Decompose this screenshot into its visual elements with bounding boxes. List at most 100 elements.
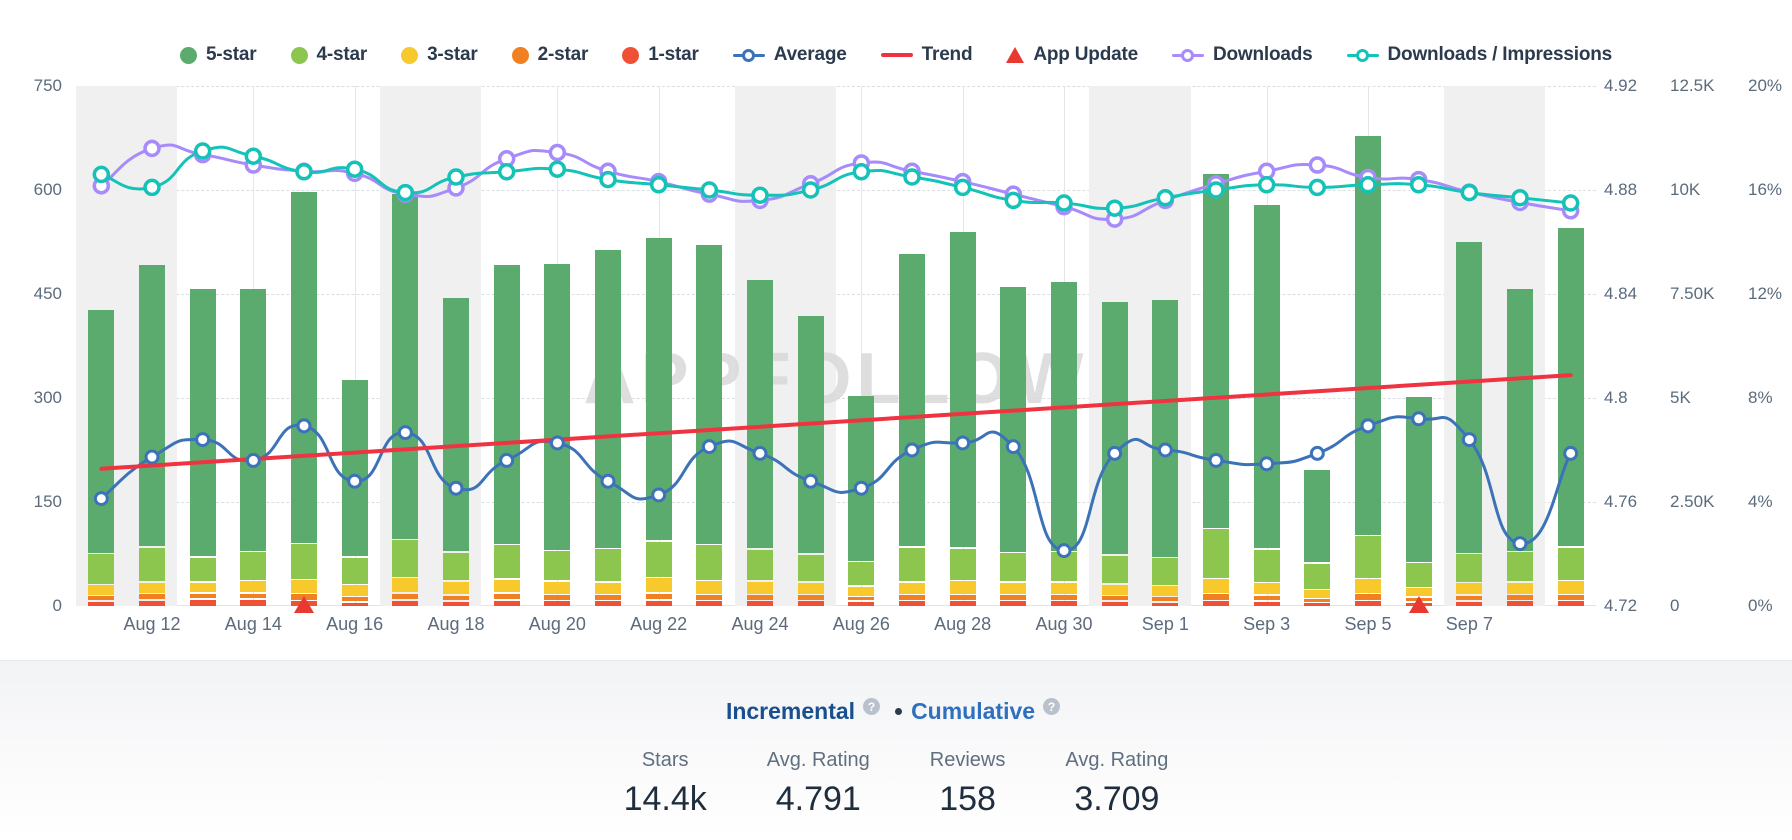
- data-point-Downloads / Impressions[interactable]: [447, 168, 465, 186]
- data-point-Downloads / Impressions[interactable]: [1105, 199, 1124, 217]
- stat-reviews: Reviews 158: [900, 749, 1036, 819]
- data-point-Average[interactable]: [144, 449, 160, 465]
- app-update-marker-icon[interactable]: [294, 596, 314, 613]
- data-point-Average[interactable]: [93, 491, 109, 507]
- data-point-Average[interactable]: [549, 435, 565, 451]
- data-point-Average[interactable]: [448, 480, 464, 496]
- data-point-Downloads[interactable]: [1308, 156, 1327, 174]
- data-point-Average[interactable]: [752, 445, 768, 461]
- data-point-Downloads / Impressions[interactable]: [1004, 191, 1023, 210]
- x-axis-label: Sep 5: [1344, 614, 1392, 634]
- legend-swatch-dot-icon: [179, 46, 197, 64]
- data-point-Average[interactable]: [195, 432, 211, 448]
- data-point-Average[interactable]: [1512, 536, 1528, 552]
- data-point-Downloads / Impressions[interactable]: [92, 165, 111, 184]
- stat-value: 14.4k: [623, 780, 707, 818]
- legend-item-downloads[interactable]: Downloads: [1155, 44, 1330, 66]
- summary-footer: Incremental? Cumulative? Stars 14.4k Avg. …: [0, 660, 1792, 840]
- data-point-Average[interactable]: [600, 473, 616, 489]
- data-point-Downloads / Impressions[interactable]: [751, 186, 769, 204]
- data-point-Average[interactable]: [1259, 456, 1275, 472]
- data-point-Downloads / Impressions[interactable]: [345, 160, 364, 178]
- legend-item-1-star[interactable]: 1-star: [605, 44, 716, 66]
- legend-item-3-star[interactable]: 3-star: [384, 44, 495, 66]
- plot-area: APPFOLLOW: [76, 86, 1596, 606]
- data-point-Downloads / Impressions[interactable]: [801, 181, 820, 199]
- legend-item-5-star[interactable]: 5-star: [163, 44, 274, 66]
- data-point-Downloads / Impressions[interactable]: [143, 178, 161, 197]
- data-point-Downloads / Impressions[interactable]: [649, 176, 668, 194]
- data-point-Downloads / Impressions[interactable]: [1308, 178, 1327, 197]
- data-point-Average[interactable]: [1157, 442, 1173, 458]
- data-point-Average[interactable]: [1309, 445, 1325, 461]
- data-point-Average[interactable]: [347, 473, 363, 489]
- data-point-Downloads[interactable]: [548, 143, 567, 162]
- legend-item-app-update[interactable]: App Update: [989, 44, 1155, 66]
- data-point-Downloads / Impressions[interactable]: [852, 163, 871, 181]
- data-point-Downloads / Impressions[interactable]: [599, 170, 617, 189]
- mode-link-incremental[interactable]: Incremental: [726, 698, 855, 725]
- data-point-Downloads / Impressions[interactable]: [903, 168, 921, 186]
- data-point-Average[interactable]: [1005, 439, 1021, 455]
- help-icon[interactable]: ?: [1043, 698, 1061, 715]
- data-point-Average[interactable]: [904, 442, 920, 458]
- legend-item-2-star[interactable]: 2-star: [495, 44, 606, 66]
- legend-item-trend[interactable]: Trend: [864, 44, 990, 66]
- legend-item-4-star[interactable]: 4-star: [274, 44, 385, 66]
- data-point-Average[interactable]: [1107, 445, 1123, 461]
- data-point-Average[interactable]: [651, 487, 667, 503]
- data-point-Downloads / Impressions[interactable]: [1055, 194, 1073, 212]
- data-point-Average[interactable]: [1461, 432, 1477, 448]
- data-point-Downloads / Impressions[interactable]: [700, 181, 719, 199]
- stats-row: Stars 14.4k Avg. Rating 4.791 Reviews 158 A…: [0, 749, 1792, 819]
- data-point-Downloads / Impressions[interactable]: [1156, 189, 1175, 207]
- data-point-Average[interactable]: [296, 418, 312, 434]
- data-point-Average[interactable]: [245, 452, 261, 468]
- data-point-Downloads[interactable]: [143, 139, 161, 158]
- y-axis-rating-tick: 4.88: [1604, 180, 1638, 199]
- app-update-marker-icon[interactable]: [1408, 596, 1429, 613]
- mode-link-cumulative[interactable]: Cumulative: [911, 698, 1035, 725]
- help-icon[interactable]: ?: [863, 698, 881, 715]
- data-point-Average[interactable]: [853, 480, 869, 496]
- data-point-Downloads / Impressions[interactable]: [1409, 176, 1428, 194]
- data-point-Downloads / Impressions[interactable]: [1511, 189, 1529, 207]
- data-point-Average[interactable]: [1056, 543, 1072, 559]
- legend-swatch-dot-icon: [290, 46, 308, 64]
- legend-swatch-line-marker-icon: [1346, 48, 1379, 62]
- legend-item-average[interactable]: Average: [716, 44, 864, 66]
- x-axis-label: Aug 12: [123, 614, 181, 634]
- legend-swatch-dot-icon: [511, 46, 529, 64]
- data-point-Downloads / Impressions[interactable]: [295, 163, 313, 181]
- data-point-Average[interactable]: [1411, 411, 1427, 427]
- data-point-Average[interactable]: [397, 425, 413, 441]
- data-point-Downloads / Impressions[interactable]: [1207, 181, 1225, 199]
- legend-item-label: 4-star: [316, 44, 368, 65]
- data-point-Downloads / Impressions[interactable]: [396, 183, 415, 202]
- data-point-Downloads / Impressions[interactable]: [244, 147, 263, 165]
- legend-item-downloads-impressions[interactable]: Downloads / Impressions: [1330, 44, 1630, 66]
- stat-avg-rating: Avg. Rating 4.791: [737, 749, 900, 819]
- data-point-Downloads / Impressions[interactable]: [1257, 176, 1276, 194]
- y-axis-percent-tick: 8%: [1748, 388, 1773, 407]
- data-point-Downloads / Impressions[interactable]: [1359, 176, 1377, 194]
- x-axis: Aug 12 Aug 14 Aug 16 Aug 18 Aug 20 Aug 22 Aug …: [76, 596, 1596, 646]
- data-point-Average[interactable]: [1360, 418, 1376, 434]
- data-point-Downloads / Impressions[interactable]: [497, 163, 516, 181]
- data-point-Downloads / Impressions[interactable]: [1561, 194, 1580, 212]
- legend-swatch-dot-icon: [622, 46, 640, 64]
- data-point-Average[interactable]: [499, 452, 515, 468]
- data-point-Average[interactable]: [803, 473, 819, 489]
- data-point-Downloads / Impressions[interactable]: [193, 142, 212, 160]
- data-point-Average[interactable]: [1208, 452, 1224, 468]
- data-point-Average[interactable]: [1563, 445, 1579, 461]
- y-axis-percent-tick: 16%: [1748, 180, 1783, 199]
- data-point-Downloads / Impressions[interactable]: [953, 178, 972, 197]
- y-axis-left-tick: 450: [33, 284, 62, 303]
- y-axis-downloads-tick: 5K: [1670, 388, 1691, 407]
- data-point-Average[interactable]: [955, 435, 971, 451]
- data-point-Average[interactable]: [701, 439, 717, 455]
- data-point-Downloads / Impressions[interactable]: [1460, 183, 1479, 202]
- data-point-Downloads / Impressions[interactable]: [548, 160, 567, 178]
- x-axis-label: Aug 24: [731, 614, 789, 634]
